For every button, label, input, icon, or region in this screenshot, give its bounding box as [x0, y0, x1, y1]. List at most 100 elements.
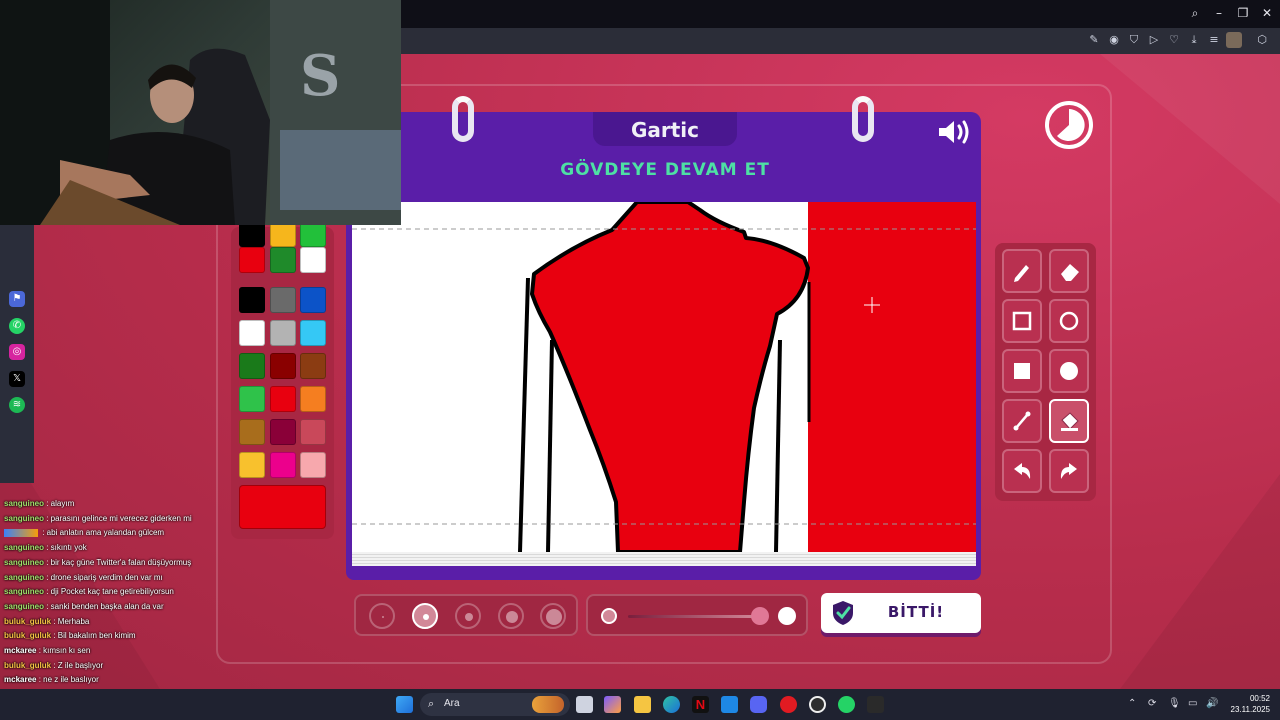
- brush-size-1[interactable]: [369, 603, 395, 629]
- chat-username[interactable]: sanguineo: [4, 587, 44, 596]
- color-swatch[interactable]: [270, 386, 296, 412]
- done-button[interactable]: BİTTİ!: [821, 593, 981, 633]
- chevron-up-icon[interactable]: ⌃: [1128, 698, 1136, 709]
- chat-username[interactable]: sanguineo: [4, 514, 44, 523]
- sync-icon[interactable]: ⟳: [1148, 698, 1156, 709]
- kick-icon[interactable]: ⚑: [9, 291, 25, 307]
- color-swatch[interactable]: [300, 419, 326, 445]
- color-swatch[interactable]: [270, 353, 296, 379]
- search-icon: ⌕: [428, 697, 435, 710]
- color-swatch[interactable]: [239, 386, 265, 412]
- color-swatch[interactable]: [300, 386, 326, 412]
- chat-username[interactable]: sanguineo: [4, 543, 44, 552]
- heart-icon[interactable]: ♡: [1167, 33, 1181, 47]
- whatsapp-icon[interactable]: ✆: [9, 318, 25, 334]
- color-swatch[interactable]: [270, 287, 296, 313]
- brush-size-2[interactable]: [412, 603, 438, 629]
- edit-icon[interactable]: ✎: [1087, 33, 1101, 47]
- windows-start-icon[interactable]: [396, 696, 413, 713]
- chat-username[interactable]: mckaree: [4, 675, 36, 684]
- play-icon[interactable]: ▷: [1147, 33, 1161, 47]
- chat-username[interactable]: sanguineo: [4, 499, 44, 508]
- chat-username[interactable]: buluk_guluk: [4, 617, 51, 626]
- opacity-slider[interactable]: [586, 594, 808, 636]
- tool-circle-fill[interactable]: [1049, 349, 1089, 393]
- shield-icon[interactable]: ⛉: [1127, 33, 1141, 47]
- tool-line[interactable]: [1002, 399, 1042, 443]
- color-swatch[interactable]: [239, 320, 265, 346]
- copilot-icon[interactable]: [604, 696, 621, 713]
- taskbar-search[interactable]: ⌕ Ara: [420, 693, 570, 716]
- color-swatch[interactable]: [300, 247, 326, 273]
- color-swatch[interactable]: [300, 287, 326, 313]
- close-icon[interactable]: ✕: [1258, 5, 1276, 21]
- tool-rectangle-outline[interactable]: [1002, 299, 1042, 343]
- tool-circle-outline[interactable]: [1049, 299, 1089, 343]
- color-swatch[interactable]: [300, 452, 326, 478]
- brush-size-3[interactable]: [455, 603, 481, 629]
- brush-size-5[interactable]: [540, 603, 566, 629]
- task-view-icon[interactable]: [576, 696, 593, 713]
- download-icon[interactable]: ⤓: [1187, 33, 1201, 47]
- chat-message: buluk_guluk : Merhaba: [4, 616, 89, 627]
- volume-icon[interactable]: 🔊: [1206, 698, 1218, 709]
- chat-username[interactable]: sanguineo: [4, 573, 44, 582]
- discord-icon[interactable]: [750, 696, 767, 713]
- clock-date: 23.11.2025: [1230, 705, 1270, 714]
- chat-username[interactable]: buluk_guluk: [4, 661, 51, 670]
- profile-avatar[interactable]: [1226, 32, 1242, 48]
- drawing-canvas[interactable]: [352, 202, 976, 552]
- chat-username[interactable]: sanguineo: [4, 558, 44, 567]
- chat-username[interactable]: sanguineo: [4, 602, 44, 611]
- color-swatch[interactable]: [270, 452, 296, 478]
- color-swatch[interactable]: [300, 320, 326, 346]
- mail-icon[interactable]: [721, 696, 738, 713]
- done-label: BİTTİ!: [887, 603, 945, 621]
- chat-text: : dji Pocket kaç tane getirebiliyorsun: [44, 587, 174, 597]
- slider-handle[interactable]: [751, 607, 769, 625]
- edge-icon[interactable]: [663, 696, 680, 713]
- microphone-icon[interactable]: 🎙: [1168, 698, 1181, 709]
- brush-size-4[interactable]: [498, 603, 524, 629]
- maximize-icon[interactable]: ❐: [1234, 5, 1252, 21]
- epic-games-icon[interactable]: [867, 696, 884, 713]
- tool-undo[interactable]: [1002, 449, 1042, 493]
- color-swatch[interactable]: [239, 247, 265, 273]
- chat-text: : alayım: [44, 499, 75, 508]
- chat-username[interactable]: mckaree: [4, 646, 36, 655]
- color-swatch[interactable]: [270, 320, 296, 346]
- netflix-icon[interactable]: N: [692, 696, 709, 713]
- color-swatch[interactable]: [270, 419, 296, 445]
- color-swatch[interactable]: [239, 452, 265, 478]
- chat-username[interactable]: buluk_guluk: [4, 631, 51, 640]
- color-swatch[interactable]: [239, 353, 265, 379]
- file-explorer-icon[interactable]: [634, 696, 651, 713]
- search-icon[interactable]: ⌕: [1186, 5, 1204, 21]
- minimize-icon[interactable]: –: [1210, 5, 1228, 21]
- tool-rectangle-fill[interactable]: [1002, 349, 1042, 393]
- color-swatch[interactable]: [239, 419, 265, 445]
- color-swatch[interactable]: [239, 287, 265, 313]
- opera-icon[interactable]: [780, 696, 797, 713]
- instagram-icon[interactable]: ◎: [9, 344, 25, 360]
- chat-text: : bir kaç güne Twitter'a falan düşüyormu…: [44, 557, 192, 567]
- monitor-icon[interactable]: ▭: [1188, 698, 1197, 709]
- outline-stroke: [774, 339, 782, 552]
- circle-fill-icon: [1060, 362, 1078, 380]
- chat-message: mckaree : ne z ile baslıyor: [4, 674, 99, 685]
- x-icon[interactable]: 𝕏: [9, 371, 25, 387]
- extension-icon[interactable]: ⬡: [1255, 33, 1269, 47]
- color-swatch[interactable]: [270, 247, 296, 273]
- chat-text: : ne z ile baslıyor: [36, 675, 99, 685]
- camera-icon[interactable]: ◉: [1107, 33, 1121, 47]
- menu-icon[interactable]: ≡: [1207, 33, 1221, 47]
- color-swatch[interactable]: [300, 353, 326, 379]
- tool-redo[interactable]: [1049, 449, 1089, 493]
- speaker-icon[interactable]: [937, 118, 971, 146]
- tool-eraser[interactable]: [1049, 249, 1089, 293]
- spotify-icon[interactable]: ≋: [9, 397, 25, 413]
- whatsapp-taskbar-icon[interactable]: [838, 696, 855, 713]
- tool-fill-bucket[interactable]: [1049, 399, 1089, 443]
- steam-icon[interactable]: [809, 696, 826, 713]
- tool-pencil[interactable]: [1002, 249, 1042, 293]
